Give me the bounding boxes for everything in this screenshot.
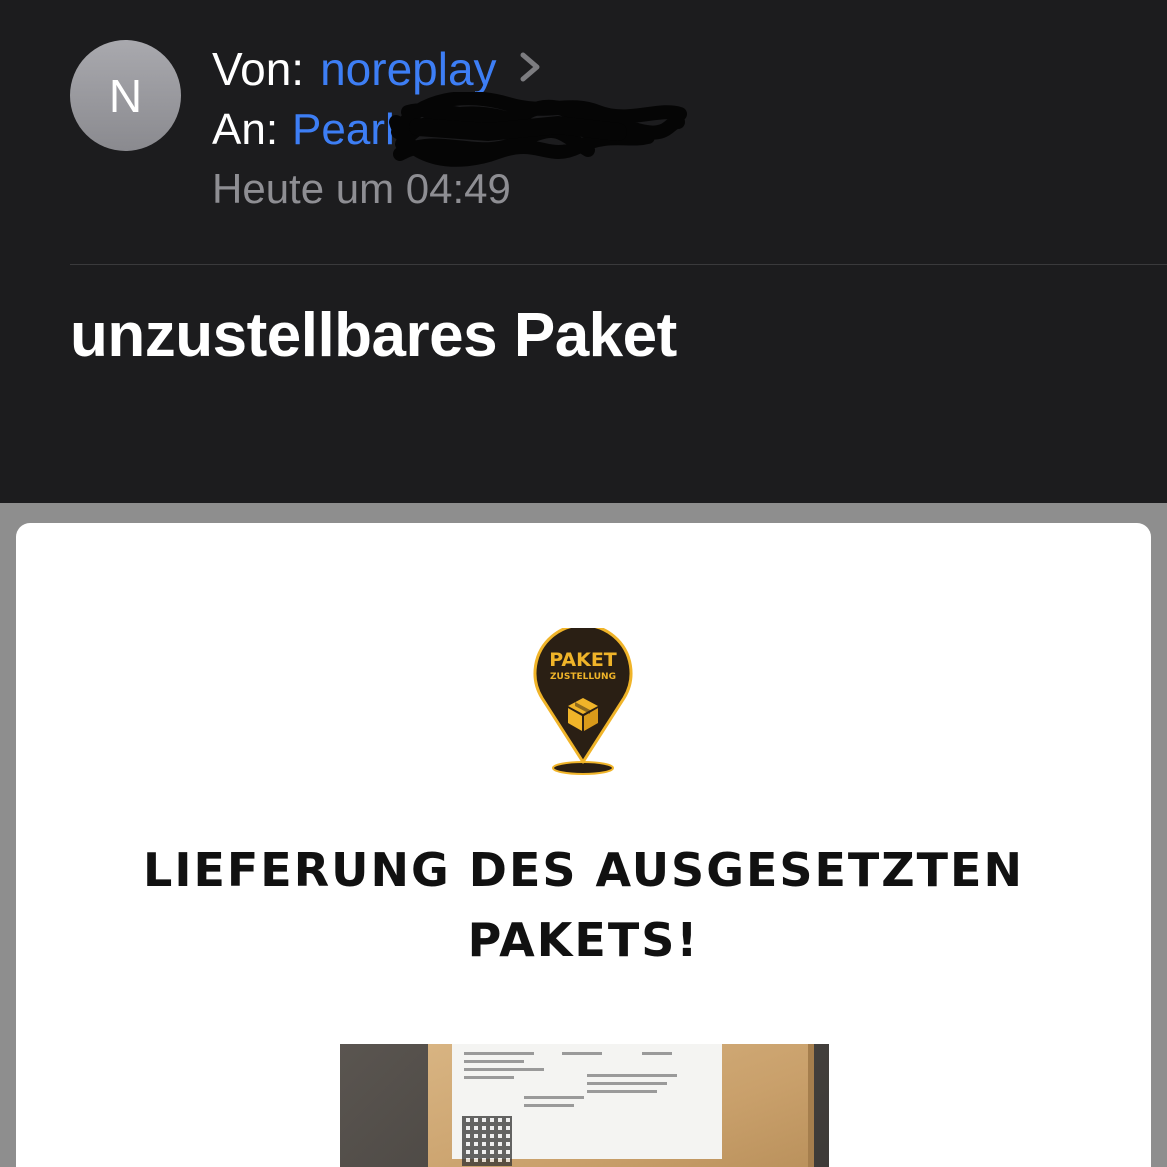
avatar-initial: N <box>108 69 143 122</box>
to-label: An: <box>212 105 279 154</box>
message-headline: LIEFERUNG DES AUSGESETZTEN PAKETS! <box>60 835 1107 975</box>
mail-header: N Von: noreplay An: Pearl Heute um 04:49 u… <box>0 0 1167 503</box>
from-label: Von: <box>212 43 305 95</box>
subject-title: unzustellbares Paket <box>70 301 677 370</box>
chevron-right-icon[interactable] <box>515 47 545 87</box>
date-label: Heute um 04:49 <box>212 165 511 212</box>
redaction-scribble <box>389 92 687 167</box>
package-photo <box>340 1044 829 1167</box>
headline-line-2: PAKETS! <box>467 913 700 967</box>
divider <box>70 264 1167 265</box>
logo-text-paket: PAKET <box>549 649 617 671</box>
cardboard-box <box>428 1044 808 1167</box>
avatar[interactable]: N <box>70 40 181 151</box>
paket-zustellung-logo: PAKET ZUSTELLUNG <box>533 628 633 775</box>
recipient-name[interactable]: Pearl <box>292 105 395 154</box>
to-row: An: Pearl <box>212 103 395 157</box>
sender-name[interactable]: noreplay <box>320 43 496 95</box>
shipping-label <box>452 1044 722 1166</box>
logo-text-zustellung: ZUSTELLUNG <box>550 672 616 682</box>
qr-code <box>462 1116 512 1166</box>
from-row: Von: noreplay <box>212 40 545 98</box>
headline-line-1: LIEFERUNG DES AUSGESETZTEN <box>143 843 1024 897</box>
mail-message-view: N Von: noreplay An: Pearl Heute um 04:49 u… <box>0 0 1167 1167</box>
